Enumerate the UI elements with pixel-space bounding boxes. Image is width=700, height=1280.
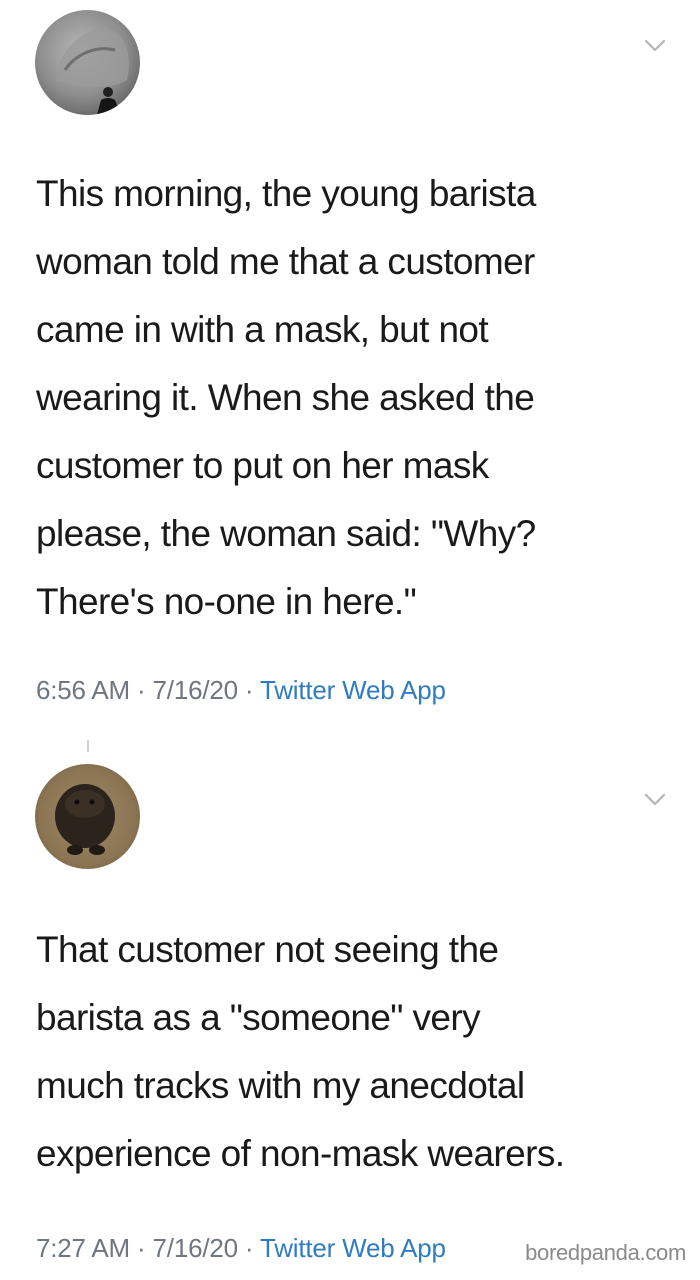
avatar-icon: [35, 10, 140, 115]
meta-separator: ·: [137, 675, 146, 705]
tweet-time[interactable]: 6:56 AM: [36, 675, 130, 705]
tweet-meta: 6:56 AM · 7/16/20 · Twitter Web App: [36, 675, 446, 705]
tweet-date[interactable]: 7/16/20: [153, 675, 239, 705]
tweet-text-line: customer to put on her mask: [36, 445, 489, 486]
watermark: boredpanda.com: [525, 1240, 686, 1265]
meta-separator: ·: [244, 1233, 254, 1263]
tweet-text-line: That customer not seeing the: [36, 929, 499, 970]
tweet-text-line: woman told me that a customer: [36, 241, 535, 282]
tweet-text-line: experience of non-mask wearers.: [36, 1133, 565, 1174]
tweet-text-line: This morning, the young barista: [36, 173, 536, 214]
tweet-1: This morning, the young barista woman to…: [0, 0, 700, 740]
tweet-menu-button[interactable]: [642, 786, 668, 812]
tweet-text-line: barista as a "someone" very: [36, 997, 481, 1038]
tweet-text: That customer not seeing the barista as …: [36, 916, 676, 1188]
tweet-2: That customer not seeing the barista as …: [0, 740, 700, 1280]
avatar[interactable]: [35, 10, 140, 115]
tweet-meta: 7:27 AM · 7/16/20 · Twitter Web App: [36, 1233, 446, 1263]
tweet-time[interactable]: 7:27 AM: [36, 1233, 130, 1263]
avatar[interactable]: [35, 764, 140, 869]
tweet-source-link[interactable]: Twitter Web App: [260, 1233, 446, 1263]
avatar-icon: [35, 764, 140, 869]
tweet-text-line: wearing it. When she asked the: [36, 377, 535, 418]
tweet-text-line: came in with a mask, but not: [36, 309, 489, 350]
tweet-menu-button[interactable]: [642, 32, 668, 58]
tweet-text: This morning, the young barista woman to…: [36, 160, 676, 636]
tweet-text-line: There's no-one in here.": [36, 581, 417, 622]
tweet-text-line: please, the woman said: "Why?: [36, 513, 536, 554]
tweet-source-link[interactable]: Twitter Web App: [260, 675, 446, 705]
chevron-down-icon: [644, 39, 666, 52]
chevron-down-icon: [644, 793, 666, 806]
tweet-text-line: much tracks with my anecdotal: [36, 1065, 525, 1106]
tweet-date[interactable]: 7/16/20: [153, 1233, 239, 1263]
meta-separator: ·: [244, 675, 254, 705]
meta-separator: ·: [137, 1233, 146, 1263]
thread-connector: [87, 740, 89, 752]
